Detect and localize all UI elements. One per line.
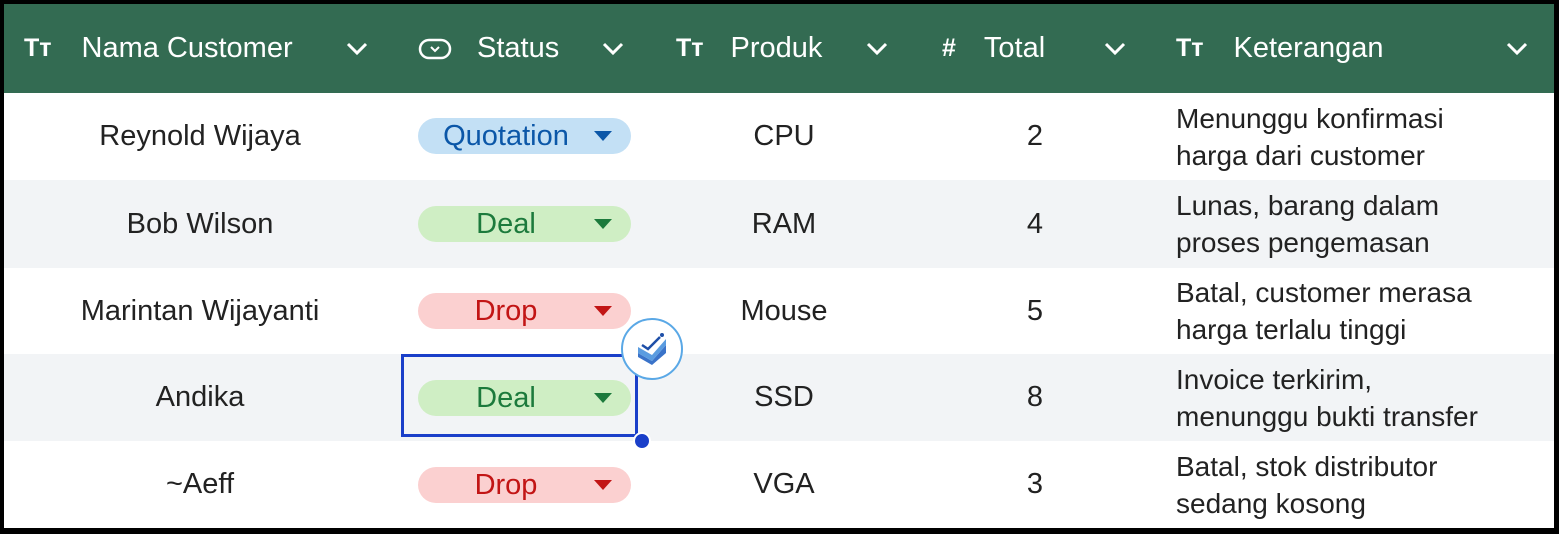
table-header: Tт Nama Customer Status Tт Produk # Tota…: [4, 4, 1554, 93]
header-label: Keterangan: [1233, 32, 1384, 64]
cell-customer[interactable]: Reynold Wijaya: [4, 93, 396, 180]
chevron-down-icon[interactable]: [1104, 42, 1126, 56]
keterangan-line: Invoice terkirim,: [1176, 363, 1373, 395]
cell-total[interactable]: 8: [944, 354, 1126, 441]
chevron-down-icon[interactable]: [1506, 42, 1528, 56]
spreadsheet-table: Tт Nama Customer Status Tт Produk # Tota…: [4, 4, 1554, 528]
cell-total[interactable]: 2: [944, 93, 1126, 180]
cell-customer[interactable]: ~Aeff: [4, 441, 396, 528]
cell-produk[interactable]: Mouse: [678, 268, 890, 354]
status-chip[interactable]: Deal: [418, 206, 631, 242]
keterangan-line: harga terlalu tinggi: [1176, 314, 1407, 345]
status-label: Quotation: [443, 119, 569, 152]
keterangan-line: menunggu bukti transfer: [1176, 400, 1478, 432]
header-total[interactable]: # Total: [942, 4, 1045, 93]
cell-customer[interactable]: Andika: [4, 354, 396, 441]
keterangan-line: Lunas, barang dalam: [1176, 190, 1440, 221]
header-label: Total: [983, 32, 1046, 64]
header-nama-customer[interactable]: Tт Nama Customer: [24, 4, 293, 93]
cell-total[interactable]: 3: [944, 441, 1126, 528]
cell-keterangan[interactable]: Batal, customer merasa harga terlalu tin…: [1176, 268, 1472, 354]
cell-keterangan[interactable]: Lunas, barang dalam proses pengemasan: [1176, 180, 1439, 268]
keterangan-line: proses pengemasan: [1176, 227, 1430, 258]
cell-produk[interactable]: CPU: [678, 93, 890, 180]
cell-keterangan[interactable]: Menunggu konfirmasi harga dari customer: [1176, 93, 1444, 180]
cell-customer[interactable]: Marintan Wijayanti: [4, 268, 396, 354]
cell-produk[interactable]: SSD: [678, 354, 890, 441]
cell-total[interactable]: 4: [944, 180, 1126, 268]
smart-chip-badge[interactable]: [621, 318, 683, 380]
header-label: Nama Customer: [81, 32, 293, 64]
text-type-icon: Tт: [676, 34, 704, 62]
status-chip[interactable]: Quotation: [418, 118, 631, 154]
status-chip[interactable]: Drop: [418, 293, 631, 329]
caret-down-icon[interactable]: [594, 219, 612, 229]
table-row: Marintan Wijayanti Drop Mouse 5 Batal, c…: [4, 268, 1554, 354]
cell-produk[interactable]: VGA: [678, 441, 890, 528]
status-label: Drop: [474, 294, 538, 327]
chevron-down-icon[interactable]: [866, 42, 888, 56]
cell-keterangan[interactable]: Invoice terkirim, menunggu bukti transfe…: [1176, 354, 1478, 441]
cell-produk[interactable]: RAM: [678, 180, 890, 268]
dropdown-chip-icon: [418, 37, 452, 61]
status-label: Deal: [476, 207, 536, 240]
text-type-icon: Tт: [24, 34, 52, 62]
checklist-icon: [638, 333, 666, 365]
header-label: Status: [477, 32, 560, 64]
number-type-icon: #: [942, 34, 956, 62]
header-status[interactable]: Status: [418, 4, 559, 93]
table-row: ~Aeff Drop VGA 3 Batal, stok distributor…: [4, 441, 1554, 528]
chevron-down-icon[interactable]: [346, 42, 368, 56]
caret-down-icon[interactable]: [594, 306, 612, 316]
header-keterangan[interactable]: Tт Keterangan: [1176, 4, 1383, 93]
cell-selection-border: [401, 354, 638, 437]
table-row: Bob Wilson Deal RAM 4 Lunas, barang dala…: [4, 180, 1554, 268]
chevron-down-icon[interactable]: [602, 42, 624, 56]
keterangan-line: Batal, customer merasa: [1176, 277, 1472, 308]
keterangan-line: sedang kosong: [1176, 487, 1366, 519]
cell-customer[interactable]: Bob Wilson: [4, 180, 396, 268]
table-row: Reynold Wijaya Quotation CPU 2 Menunggu …: [4, 93, 1554, 180]
table-row: Andika Deal SSD 8 Invoice terkirim, menu…: [4, 354, 1554, 441]
keterangan-line: Batal, stok distributor: [1176, 450, 1438, 482]
header-produk[interactable]: Tт Produk: [676, 4, 822, 93]
status-label: Drop: [474, 468, 538, 501]
status-chip[interactable]: Drop: [418, 467, 631, 503]
cell-total[interactable]: 5: [944, 268, 1126, 354]
fill-handle[interactable]: [633, 432, 651, 450]
keterangan-line: Menunggu konfirmasi: [1176, 102, 1444, 134]
text-type-icon: Tт: [1176, 34, 1204, 62]
keterangan-line: harga dari customer: [1176, 139, 1426, 171]
caret-down-icon[interactable]: [594, 131, 612, 141]
header-label: Produk: [730, 32, 823, 64]
caret-down-icon[interactable]: [594, 480, 612, 490]
cell-keterangan[interactable]: Batal, stok distributor sedang kosong: [1176, 441, 1437, 528]
